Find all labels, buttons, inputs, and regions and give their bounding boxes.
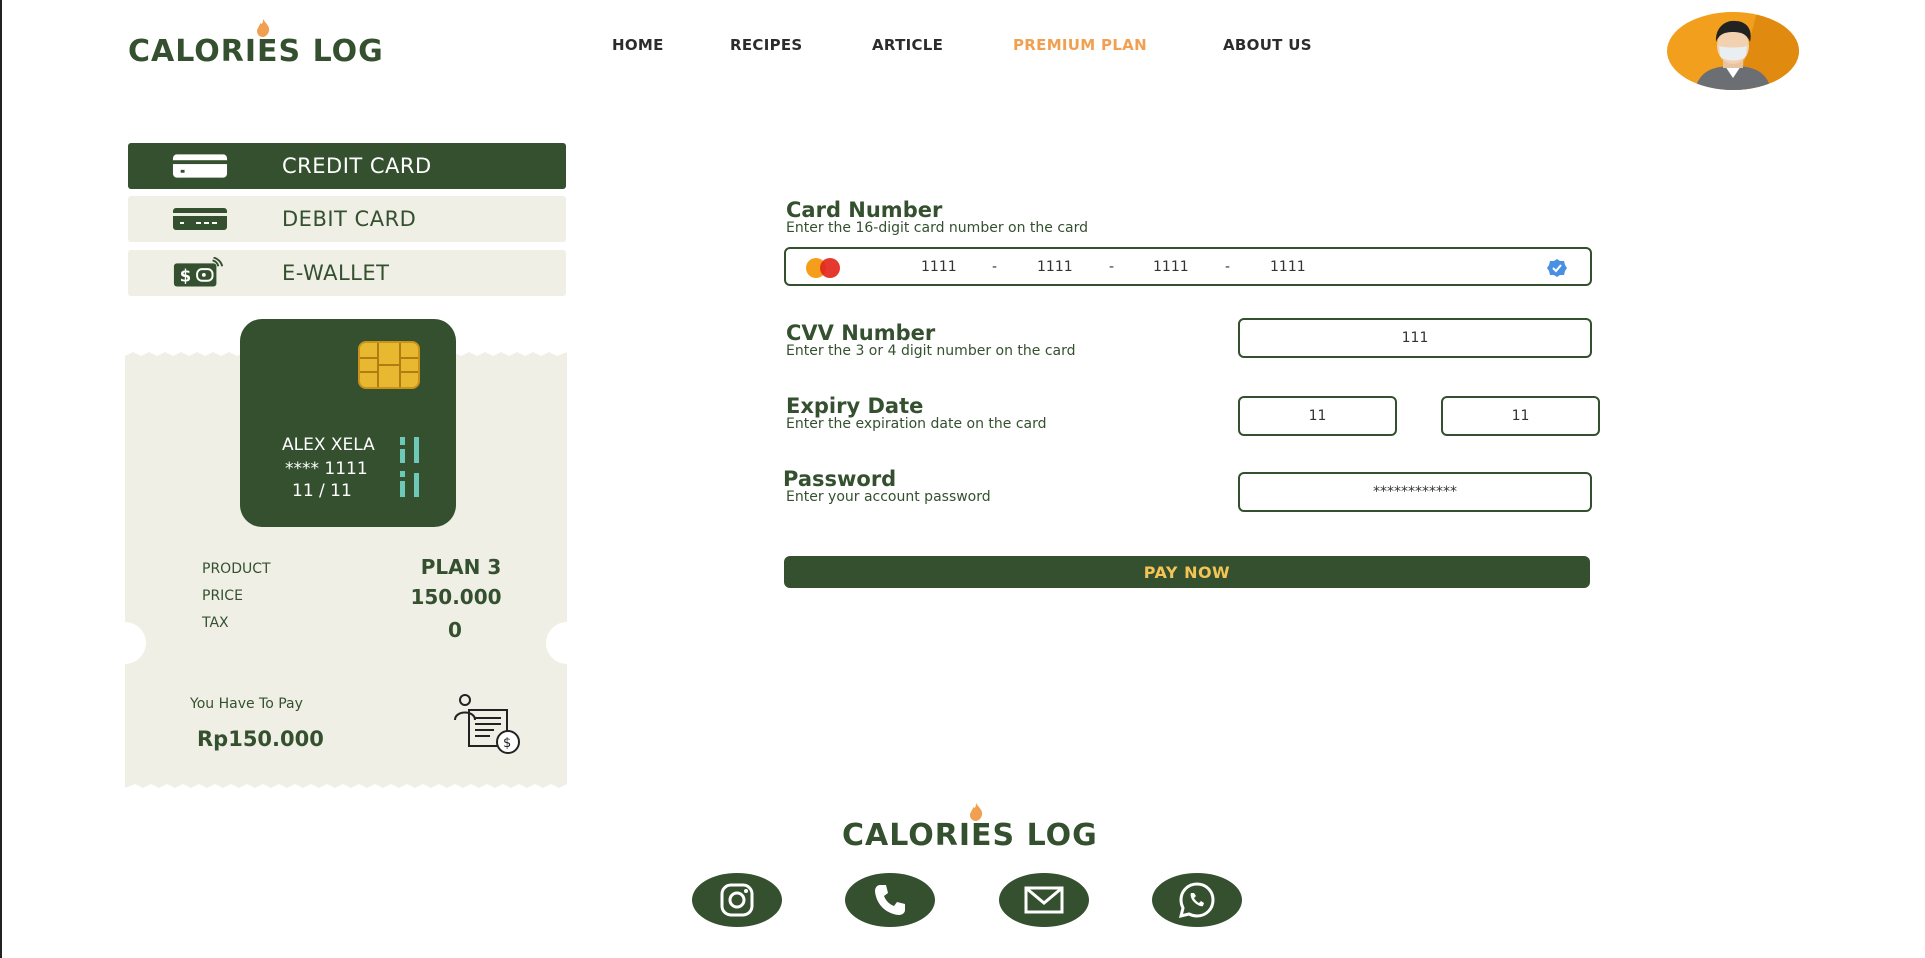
cvv-hint: Enter the 3 or 4 digit number on the car… [786,343,1076,359]
password-input[interactable]: ************ [1238,472,1592,512]
brand-logo[interactable]: CALORIES LOG [128,19,384,69]
user-avatar-icon [1695,12,1799,90]
expiry-title: Expiry Date [786,394,924,418]
footer-brand-name: CALORIES LOG [842,818,1098,853]
tax-value: 0 [448,618,462,642]
method-debit-card[interactable]: DEBIT CARD [128,196,566,242]
expiry-year-input[interactable]: 11 [1441,396,1600,436]
pay-now-button[interactable]: PAY NOW [784,556,1590,588]
nav-home[interactable]: HOME [612,36,664,54]
nav-article[interactable]: ARTICLE [872,36,943,54]
brand-name: CALORIES LOG [128,34,384,69]
password-value: ************ [1373,484,1457,500]
chip-icon [358,341,420,389]
verified-check-icon [1547,259,1567,277]
card-expiry: 11 / 11 [292,481,352,501]
flame-icon [257,19,270,37]
password-title: Password [783,467,897,491]
tax-label: TAX [202,615,229,631]
card-masked-number: **** 1111 [285,459,368,479]
credit-card-icon [172,153,228,179]
method-label: E-WALLET [282,261,390,285]
card-number-segment: 1111 [1037,259,1073,275]
method-label: DEBIT CARD [282,207,417,231]
contactless-bars-icon [400,437,419,497]
cvv-title: CVV Number [786,321,936,345]
whatsapp-icon [1178,882,1215,919]
mail-icon [1024,886,1064,914]
product-label: PRODUCT [202,561,271,577]
card-number-input[interactable]: 1111 - 1111 - 1111 - 1111 [784,247,1592,286]
card-number-segment: 1111 [921,259,957,275]
whatsapp-link[interactable] [1152,873,1242,927]
nav-about-us[interactable]: ABOUT US [1223,36,1312,54]
product-value: PLAN 3 [420,555,502,579]
expiry-month-value: 11 [1308,408,1327,424]
card-number-separator: - [992,259,998,275]
total-value: Rp150.000 [197,727,324,751]
card-holder-name: ALEX XELA [282,435,375,455]
card-number-title: Card Number [786,198,943,222]
card-number-separator: - [1109,259,1115,275]
instagram-icon [720,883,754,917]
instagram-link[interactable] [692,873,782,927]
password-hint: Enter your account password [786,489,991,505]
price-label: PRICE [202,588,243,604]
svg-text:$: $ [180,267,191,286]
card-preview: ALEX XELA **** 1111 11 / 11 [240,319,456,527]
card-number-segment: 1111 [1270,259,1306,275]
card-number-hint: Enter the 16-digit card number on the ca… [786,220,1089,236]
page-edge [0,0,2,958]
mail-link[interactable] [999,873,1089,927]
avatar[interactable] [1667,12,1799,90]
e-wallet-icon: $ [172,257,228,287]
debit-card-icon [172,206,228,232]
phone-link[interactable] [845,873,935,927]
svg-text:$: $ [503,736,511,751]
price-value: 150.000 [410,585,502,609]
expiry-year-value: 11 [1511,408,1530,424]
invoice-icon: $ [454,694,520,754]
phone-icon [875,885,905,915]
card-number-separator: - [1225,259,1231,275]
mastercard-icon [806,258,840,278]
expiry-month-input[interactable]: 11 [1238,396,1397,436]
expiry-hint: Enter the expiration date on the card [786,416,1047,432]
footer-brand-logo[interactable]: CALORIES LOG [842,803,1098,853]
method-e-wallet[interactable]: $ E-WALLET [128,250,566,296]
nav-recipes[interactable]: RECIPES [730,36,803,54]
cvv-value: 111 [1401,330,1429,346]
method-credit-card[interactable]: CREDIT CARD [128,143,566,189]
nav-premium-plan[interactable]: PREMIUM PLAN [1013,36,1147,54]
flame-icon [970,803,983,821]
method-label: CREDIT CARD [282,154,432,178]
total-label: You Have To Pay [190,696,303,712]
card-number-segment: 1111 [1153,259,1189,275]
cvv-input[interactable]: 111 [1238,318,1592,358]
